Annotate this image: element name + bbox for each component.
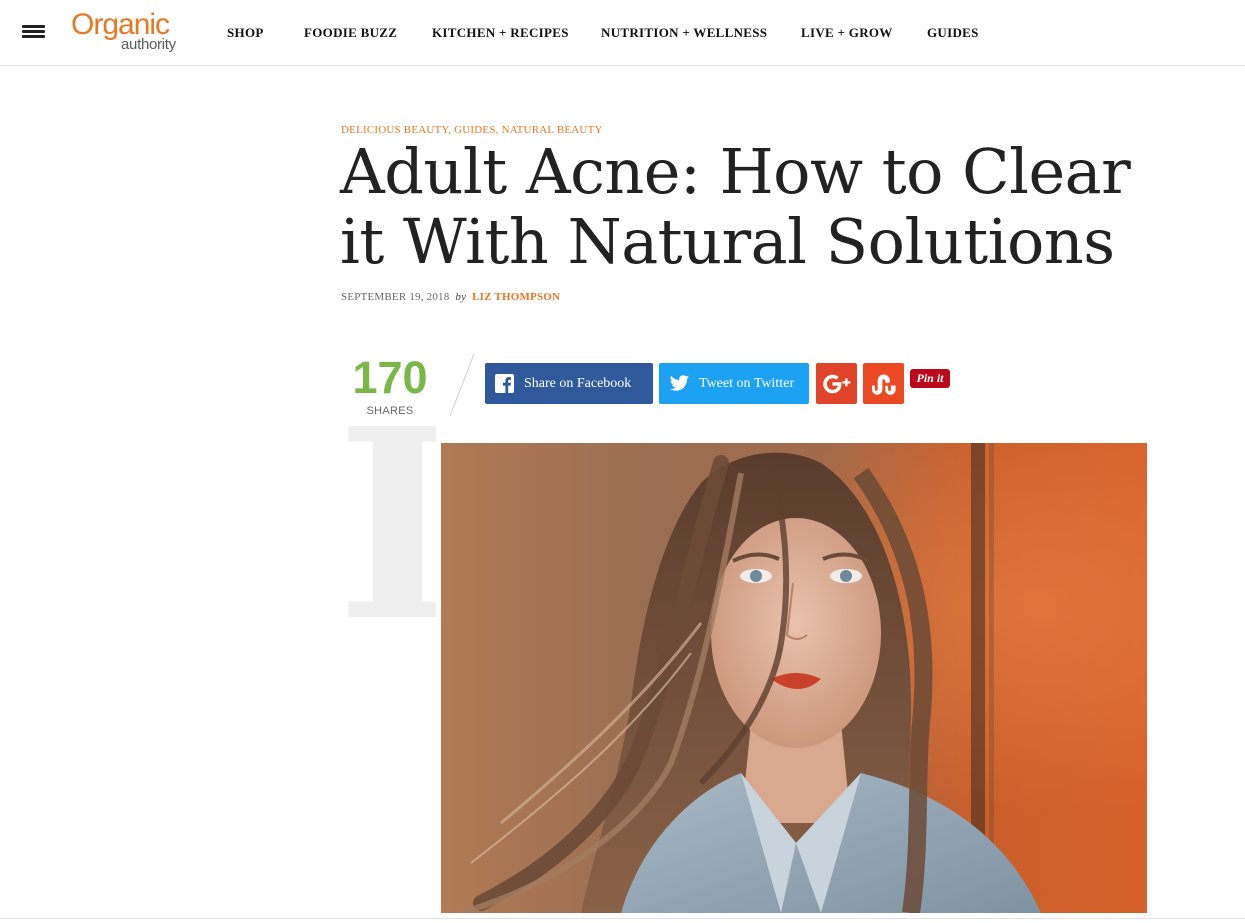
share-twitter-button[interactable]: Tweet on Twitter [659, 363, 809, 404]
hamburger-menu-icon[interactable] [22, 25, 45, 39]
stumbleupon-icon [872, 374, 896, 395]
share-divider [449, 353, 475, 417]
nav-item-live-grow[interactable]: LIVE + GROW [801, 25, 893, 41]
twitter-icon [669, 375, 690, 391]
share-stumbleupon-button[interactable] [863, 363, 904, 404]
article-title-line-1: Adult Acne: How to Clear [340, 135, 1131, 208]
share-count-number: 170 [352, 352, 428, 403]
nav-item-foodie-buzz[interactable]: FOODIE BUZZ [304, 25, 397, 41]
nav-item-nutrition-wellness[interactable]: NUTRITION + WELLNESS [601, 25, 767, 41]
author-link[interactable]: LIZ THOMPSON [472, 291, 560, 303]
logo-wordmark-authority: authority [121, 36, 176, 53]
article-byline: SEPTEMBER 19, 2018 by LIZ THOMPSON [341, 291, 560, 303]
article-title-line-2: it With Natural Solutions [340, 205, 1115, 278]
share-facebook-label: Share on Facebook [524, 376, 632, 391]
publish-date: SEPTEMBER 19, 2018 [341, 291, 450, 303]
article-title: Adult Acne: How to Clear it With Natural… [340, 137, 1140, 277]
share-twitter-label: Tweet on Twitter [699, 376, 794, 391]
nav-item-guides[interactable]: GUIDES [927, 25, 979, 41]
site-logo[interactable]: Organic authority [71, 8, 191, 56]
article-hero-image [441, 443, 1147, 913]
pinterest-pin-it-button[interactable]: Pin it [910, 369, 950, 388]
byline-by: by [455, 291, 467, 303]
content-divider [0, 918, 1245, 919]
site-header: Organic authority SHOP FOODIE BUZZ KITCH… [0, 0, 1245, 66]
share-google-plus-button[interactable] [816, 363, 857, 404]
share-facebook-button[interactable]: Share on Facebook [485, 363, 653, 404]
google-plus-icon [823, 374, 851, 394]
nav-item-kitchen-recipes[interactable]: KITCHEN + RECIPES [432, 25, 569, 41]
hero-photo-woman-portrait [441, 443, 1147, 913]
facebook-icon [495, 374, 514, 393]
nav-item-shop[interactable]: SHOP [227, 25, 264, 41]
article-drop-cap: I [336, 400, 436, 620]
